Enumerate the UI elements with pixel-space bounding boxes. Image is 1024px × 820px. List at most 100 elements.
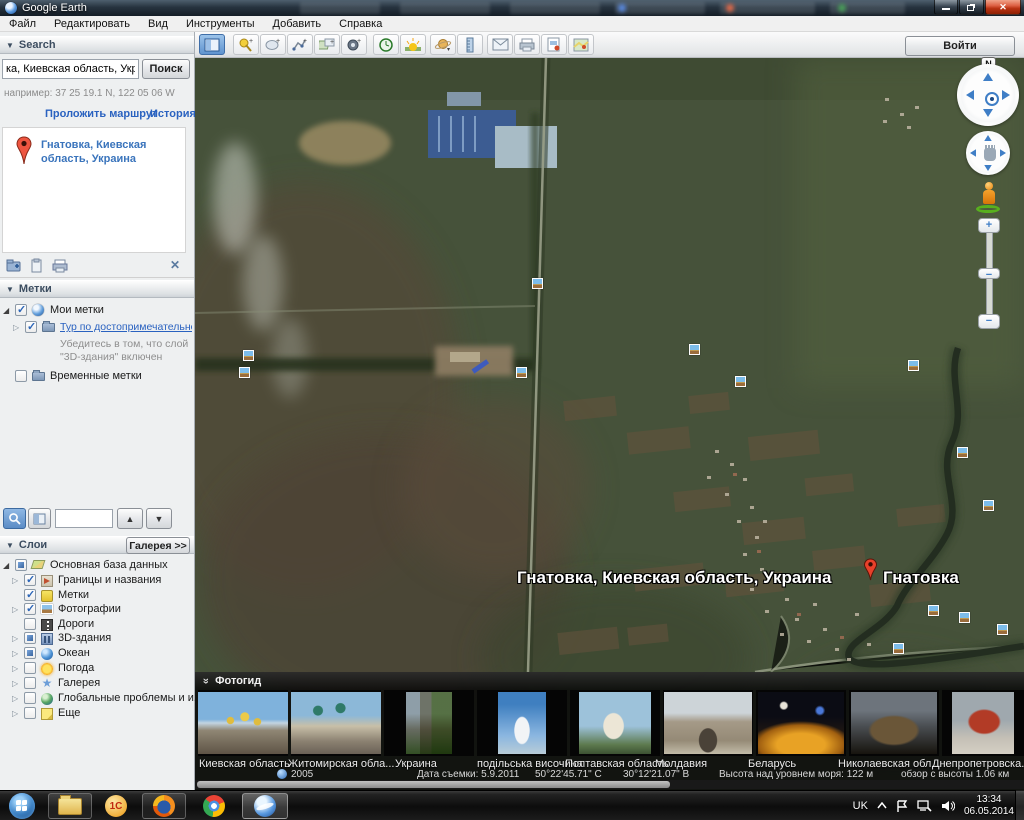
add-image-overlay-button[interactable]: + bbox=[314, 34, 340, 55]
photo-marker-icon[interactable] bbox=[689, 344, 700, 355]
photo-marker-icon[interactable] bbox=[928, 605, 939, 616]
layer-more-item[interactable]: Еще bbox=[58, 707, 80, 719]
photo-thumbnail[interactable] bbox=[477, 690, 567, 756]
menu-tools[interactable]: Инструменты bbox=[177, 18, 264, 30]
network-icon[interactable] bbox=[917, 800, 932, 812]
layer-ocean-checkbox[interactable] bbox=[24, 647, 36, 659]
photo-guide-header[interactable]: « Фотогид bbox=[195, 672, 1024, 689]
menu-add[interactable]: Добавить bbox=[264, 18, 331, 30]
eye-icon[interactable] bbox=[985, 92, 999, 106]
layer-gallery-checkbox[interactable] bbox=[24, 677, 36, 689]
move-right-arrow-icon[interactable] bbox=[1000, 149, 1006, 157]
layer-roads-checkbox[interactable] bbox=[24, 618, 36, 630]
save-image-button[interactable] bbox=[541, 34, 567, 55]
taskbar-chrome-button[interactable] bbox=[196, 793, 232, 819]
expander-closed-icon[interactable]: ▷ bbox=[12, 664, 18, 673]
photo-marker-icon[interactable] bbox=[997, 624, 1008, 635]
start-button[interactable] bbox=[9, 793, 35, 819]
search-result-item[interactable]: Гнатовка, Киевская область, Украина bbox=[41, 138, 146, 166]
next-button[interactable]: ▼ bbox=[146, 508, 172, 529]
look-up-arrow-icon[interactable] bbox=[983, 73, 993, 81]
ruler-button[interactable] bbox=[457, 34, 483, 55]
photo-thumbnail[interactable] bbox=[570, 690, 660, 756]
close-panel-icon[interactable]: ✕ bbox=[170, 258, 180, 272]
hidden-icons-arrow[interactable] bbox=[877, 802, 887, 810]
taskbar-1c-button[interactable]: 1С bbox=[98, 793, 134, 819]
copy-icon[interactable] bbox=[30, 258, 43, 274]
photo-thumbnail[interactable] bbox=[663, 690, 753, 756]
photo-thumbnail[interactable] bbox=[291, 690, 381, 756]
result-pin-icon[interactable] bbox=[15, 136, 33, 166]
planets-button[interactable]: ▾ bbox=[430, 34, 456, 55]
move-left-arrow-icon[interactable] bbox=[970, 149, 976, 157]
expander-open-icon[interactable]: ◢ bbox=[3, 561, 9, 570]
photo-thumbnail[interactable] bbox=[756, 690, 846, 756]
layer-root-item[interactable]: Основная база данных bbox=[50, 559, 168, 571]
sidebar-toggle-button[interactable] bbox=[199, 34, 225, 55]
look-joystick[interactable] bbox=[957, 64, 1019, 126]
temporary-places-item[interactable]: Временные метки bbox=[50, 370, 142, 382]
search-panel-header[interactable]: ▼ Search bbox=[0, 36, 194, 54]
tour-item-link[interactable]: Тур по достопримечательнос bbox=[60, 321, 192, 333]
look-down-arrow-icon[interactable] bbox=[983, 109, 993, 117]
photo-marker-icon[interactable] bbox=[516, 367, 527, 378]
search-input[interactable] bbox=[2, 59, 139, 79]
record-tour-button[interactable]: + bbox=[341, 34, 367, 55]
photo-marker-icon[interactable] bbox=[908, 360, 919, 371]
layer-gallery-item[interactable]: Галерея bbox=[58, 677, 100, 689]
taskbar-clock[interactable]: 13:34 06.05.2014 bbox=[964, 794, 1014, 818]
layer-ocean-item[interactable]: Океан bbox=[58, 647, 90, 659]
layer-marks-item[interactable]: Метки bbox=[58, 589, 89, 601]
layer-global-checkbox[interactable] bbox=[24, 692, 36, 704]
action-center-flag-icon[interactable] bbox=[896, 800, 908, 813]
minimize-button[interactable] bbox=[934, 0, 958, 15]
expander-closed-icon[interactable]: ▷ bbox=[12, 576, 18, 585]
my-places-item[interactable]: Мои метки bbox=[50, 304, 104, 316]
pegman-street-view[interactable] bbox=[978, 182, 1000, 212]
layer-weather-checkbox[interactable] bbox=[24, 662, 36, 674]
volume-icon[interactable] bbox=[941, 800, 955, 812]
layers-view-button[interactable] bbox=[28, 508, 51, 529]
gallery-button[interactable]: Галерея >> bbox=[126, 537, 190, 554]
close-button[interactable]: ✕ bbox=[985, 0, 1021, 15]
photo-thumbnail[interactable] bbox=[384, 690, 474, 756]
get-directions-link[interactable]: Проложить маршрут bbox=[45, 108, 157, 120]
photo-marker-icon[interactable] bbox=[957, 447, 968, 458]
email-button[interactable] bbox=[487, 34, 513, 55]
layer-global-item[interactable]: Глобальные проблемы и и... bbox=[58, 692, 203, 704]
menu-edit[interactable]: Редактировать bbox=[45, 18, 139, 30]
look-left-arrow-icon[interactable] bbox=[966, 90, 974, 100]
expander-open-icon[interactable]: ◢ bbox=[3, 306, 9, 315]
layer-3d-item[interactable]: 3D-здания bbox=[58, 632, 111, 644]
zoom-slider-handle[interactable]: − bbox=[978, 268, 1000, 279]
photo-marker-icon[interactable] bbox=[735, 376, 746, 387]
layer-more-checkbox[interactable] bbox=[24, 707, 36, 719]
print-places-icon[interactable] bbox=[52, 259, 68, 273]
history-link[interactable]: История bbox=[150, 108, 196, 120]
layers-filter-input[interactable] bbox=[55, 509, 113, 528]
move-up-arrow-icon[interactable] bbox=[984, 135, 992, 141]
temporary-places-checkbox[interactable] bbox=[15, 370, 27, 382]
expander-closed-icon[interactable]: ▷ bbox=[12, 649, 18, 658]
historical-imagery-button[interactable] bbox=[373, 34, 399, 55]
layer-borders-item[interactable]: Границы и названия bbox=[58, 574, 161, 586]
view-in-maps-button[interactable] bbox=[568, 34, 594, 55]
photo-marker-icon[interactable] bbox=[983, 500, 994, 511]
taskbar-explorer-button[interactable] bbox=[48, 793, 92, 819]
expander-closed-icon[interactable]: ▷ bbox=[12, 694, 18, 703]
menu-help[interactable]: Справка bbox=[330, 18, 391, 30]
layer-3d-checkbox[interactable] bbox=[24, 632, 36, 644]
menu-view[interactable]: Вид bbox=[139, 18, 177, 30]
photo-marker-icon[interactable] bbox=[893, 643, 904, 654]
photo-thumbnail[interactable] bbox=[198, 690, 288, 756]
window-titlebar[interactable]: Google Earth ✕ bbox=[0, 0, 1024, 16]
find-places-button[interactable] bbox=[3, 508, 26, 529]
layer-marks-checkbox[interactable] bbox=[24, 589, 36, 601]
photo-marker-icon[interactable] bbox=[243, 350, 254, 361]
places-panel-header[interactable]: ▼ Метки bbox=[0, 280, 194, 298]
expander-closed-icon[interactable]: ▷ bbox=[13, 323, 19, 332]
look-right-arrow-icon[interactable] bbox=[1002, 90, 1010, 100]
show-desktop-button[interactable] bbox=[1015, 790, 1024, 820]
search-button[interactable]: Поиск bbox=[142, 59, 190, 79]
sunlight-button[interactable] bbox=[400, 34, 426, 55]
